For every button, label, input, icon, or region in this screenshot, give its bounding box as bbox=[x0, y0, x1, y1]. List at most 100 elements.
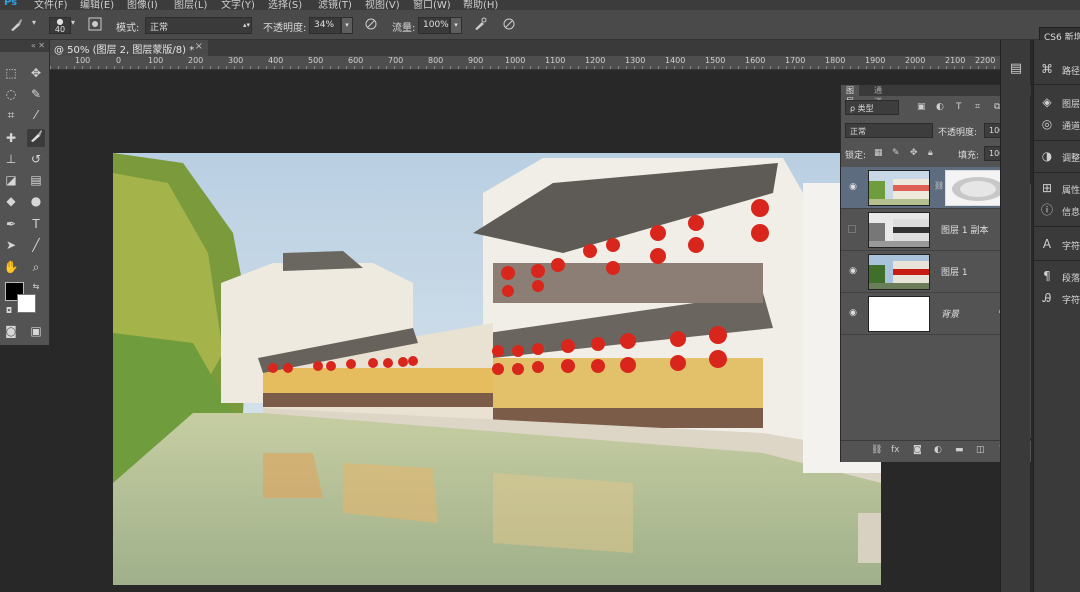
ruler-tick: 1100 bbox=[545, 56, 566, 65]
brush-icon[interactable] bbox=[8, 17, 24, 37]
line-tool-icon[interactable]: ╱ bbox=[27, 236, 45, 254]
visibility-toggle[interactable] bbox=[848, 225, 856, 233]
eyedropper-tool-icon[interactable]: ⁄ bbox=[27, 106, 45, 124]
menu-bar: Ps 文件(F) 编辑(E) 图像(I) 图层(L) 文字(Y) 选择(S) 滤… bbox=[0, 0, 1080, 10]
airbrush-icon[interactable] bbox=[473, 17, 487, 35]
marquee-tool-icon[interactable]: ⬚ bbox=[2, 64, 20, 82]
zoom-tool-icon[interactable]: ⌕ bbox=[27, 258, 45, 276]
dock-item-info[interactable]: ⓘ 信息 bbox=[1034, 200, 1080, 222]
ruler-tick: 1000 bbox=[505, 56, 526, 65]
lasso-tool-icon[interactable]: ◌ bbox=[2, 85, 20, 103]
tool-preset-chevron-icon[interactable]: ▾ bbox=[32, 18, 36, 27]
close-tab-icon[interactable]: × bbox=[195, 41, 203, 52]
layer-style-icon[interactable]: fx bbox=[891, 445, 900, 455]
link-layers-icon[interactable]: ⛓ bbox=[871, 445, 882, 455]
ruler-tick: 1200 bbox=[585, 56, 606, 65]
horizontal-ruler[interactable]: 100 0 100 200 300 400 500 600 700 800 90… bbox=[50, 56, 1000, 70]
eye-icon[interactable]: ◉ bbox=[846, 264, 860, 278]
dock-item-paths[interactable]: ⌘ 路径 bbox=[1034, 59, 1080, 81]
eraser-tool-icon[interactable]: ◪ bbox=[2, 171, 20, 189]
dock-item-channels[interactable]: ◎ 通道 bbox=[1034, 114, 1080, 136]
eye-icon[interactable]: ◉ bbox=[846, 180, 860, 194]
pressure-size-icon[interactable] bbox=[502, 17, 516, 35]
history-brush-tool-icon[interactable]: ↺ bbox=[27, 150, 45, 168]
path-select-tool-icon[interactable]: ➤ bbox=[2, 236, 20, 254]
lock-transparent-icon[interactable]: ▦ bbox=[874, 148, 883, 158]
brush-panel-toggle-icon[interactable] bbox=[88, 17, 102, 35]
quick-mask-icon[interactable]: ◙ bbox=[2, 322, 20, 340]
crop-tool-icon[interactable]: ⌗ bbox=[2, 106, 20, 124]
ruler-tick: 1500 bbox=[705, 56, 726, 65]
menu-window[interactable]: 窗口(W) bbox=[413, 0, 451, 10]
lock-all-icon[interactable]: 🔒︎ bbox=[928, 148, 933, 158]
menu-edit[interactable]: 编辑(E) bbox=[80, 0, 114, 10]
dock-item-paragraph[interactable]: ¶ 段落 bbox=[1034, 266, 1080, 288]
dock-item-layers[interactable]: ◈ 图层 bbox=[1034, 92, 1080, 114]
menu-image[interactable]: 图像(I) bbox=[127, 0, 158, 10]
blend-mode-select[interactable]: 正常 bbox=[845, 123, 933, 138]
brush-picker-chevron-icon[interactable]: ▾ bbox=[71, 18, 75, 27]
history-panel-icon[interactable]: ▤ bbox=[1007, 60, 1025, 78]
layer-name[interactable]: 图层 1 副本 bbox=[941, 223, 988, 236]
layer-row-background[interactable]: ◉ 背景 🔒︎ bbox=[841, 293, 1021, 335]
dock-item-character-styles[interactable]: Ꭿ 字符 bbox=[1034, 288, 1080, 310]
menu-type[interactable]: 文字(Y) bbox=[221, 0, 255, 10]
document-tab[interactable]: @ 50% (图层 2, 图层蒙版/8) * × bbox=[50, 40, 208, 56]
blur-tool-icon[interactable]: ◆ bbox=[2, 192, 20, 210]
new-layer-icon[interactable]: ◫ bbox=[976, 445, 985, 455]
filter-shape-icon[interactable]: ⌗ bbox=[975, 102, 980, 112]
menu-layer[interactable]: 图层(L) bbox=[174, 0, 207, 10]
lock-position-icon[interactable]: ✥ bbox=[910, 148, 918, 158]
opacity-input[interactable]: 34% bbox=[309, 17, 341, 34]
filter-adjustment-icon[interactable]: ◐ bbox=[936, 102, 944, 112]
layer-row-layer-1[interactable]: ◉ 图层 1 bbox=[841, 251, 1021, 293]
gradient-tool-icon[interactable]: ▤ bbox=[27, 171, 45, 189]
swap-colors-icon[interactable]: ⇆ bbox=[27, 278, 45, 296]
ruler-tick: 300 bbox=[228, 56, 244, 65]
new-group-icon[interactable]: ▬ bbox=[955, 445, 964, 455]
menu-help[interactable]: 帮助(H) bbox=[463, 0, 498, 10]
type-tool-icon[interactable]: T bbox=[27, 215, 45, 233]
hand-tool-icon[interactable]: ✋ bbox=[2, 258, 20, 276]
layer-row-layer-1-copy[interactable]: 图层 1 副本 bbox=[841, 209, 1021, 251]
layer-row-layer-2[interactable]: ◉ ⛓ bbox=[841, 167, 1021, 209]
background-color-swatch[interactable] bbox=[17, 294, 36, 313]
screen-mode-icon[interactable]: ▣ bbox=[27, 322, 45, 340]
lock-image-icon[interactable]: ✎ bbox=[892, 148, 900, 158]
flow-input[interactable]: 100% bbox=[418, 17, 450, 34]
clone-stamp-tool-icon[interactable]: ⊥ bbox=[2, 150, 20, 168]
brush-tool-icon[interactable] bbox=[27, 129, 45, 147]
dock-item-character[interactable]: A 字符 bbox=[1034, 234, 1080, 256]
opacity-dropdown-icon[interactable]: ▾ bbox=[341, 17, 353, 34]
menu-file[interactable]: 文件(F) bbox=[34, 0, 68, 10]
menu-select[interactable]: 选择(S) bbox=[268, 0, 302, 10]
pen-tool-icon[interactable]: ✒ bbox=[2, 215, 20, 233]
tab-channels[interactable]: 通道 bbox=[869, 85, 887, 106]
layer-thumbnail bbox=[868, 170, 930, 206]
quick-select-tool-icon[interactable]: ✎ bbox=[27, 85, 45, 103]
brush-size-picker[interactable]: ● 40 bbox=[49, 17, 71, 34]
tab-layers[interactable]: 图层 bbox=[841, 85, 859, 106]
document-canvas-image[interactable] bbox=[113, 153, 881, 585]
filter-type-icon[interactable]: T bbox=[956, 102, 962, 112]
dock-item-properties[interactable]: ⊞ 属性 bbox=[1034, 178, 1080, 200]
default-colors-icon[interactable]: ◘ bbox=[0, 302, 18, 320]
adjustment-layer-icon[interactable]: ◐ bbox=[934, 445, 942, 455]
eye-icon[interactable]: ◉ bbox=[846, 306, 860, 320]
dodge-tool-icon[interactable]: ● bbox=[27, 192, 45, 210]
add-mask-icon[interactable]: ◙ bbox=[913, 445, 922, 455]
ruler-tick: 500 bbox=[308, 56, 324, 65]
menu-filter[interactable]: 滤镜(T) bbox=[318, 0, 352, 10]
pressure-opacity-icon[interactable] bbox=[364, 17, 378, 35]
menu-view[interactable]: 视图(V) bbox=[365, 0, 400, 10]
move-tool-icon[interactable]: ✥ bbox=[27, 64, 45, 82]
layer-filter-select[interactable]: ρ 类型 bbox=[845, 100, 899, 115]
filter-pixel-icon[interactable]: ▣ bbox=[917, 102, 926, 112]
layer-name[interactable]: 背景 bbox=[941, 307, 959, 320]
spot-healing-tool-icon[interactable]: ✚ bbox=[2, 129, 20, 147]
flow-dropdown-icon[interactable]: ▾ bbox=[450, 17, 462, 34]
layer-name[interactable]: 图层 1 bbox=[941, 265, 968, 278]
mask-link-icon[interactable]: ⛓ bbox=[934, 181, 944, 190]
dock-item-adjustments[interactable]: ◑ 调整 bbox=[1034, 146, 1080, 168]
mode-select[interactable]: 正常 bbox=[145, 17, 252, 34]
